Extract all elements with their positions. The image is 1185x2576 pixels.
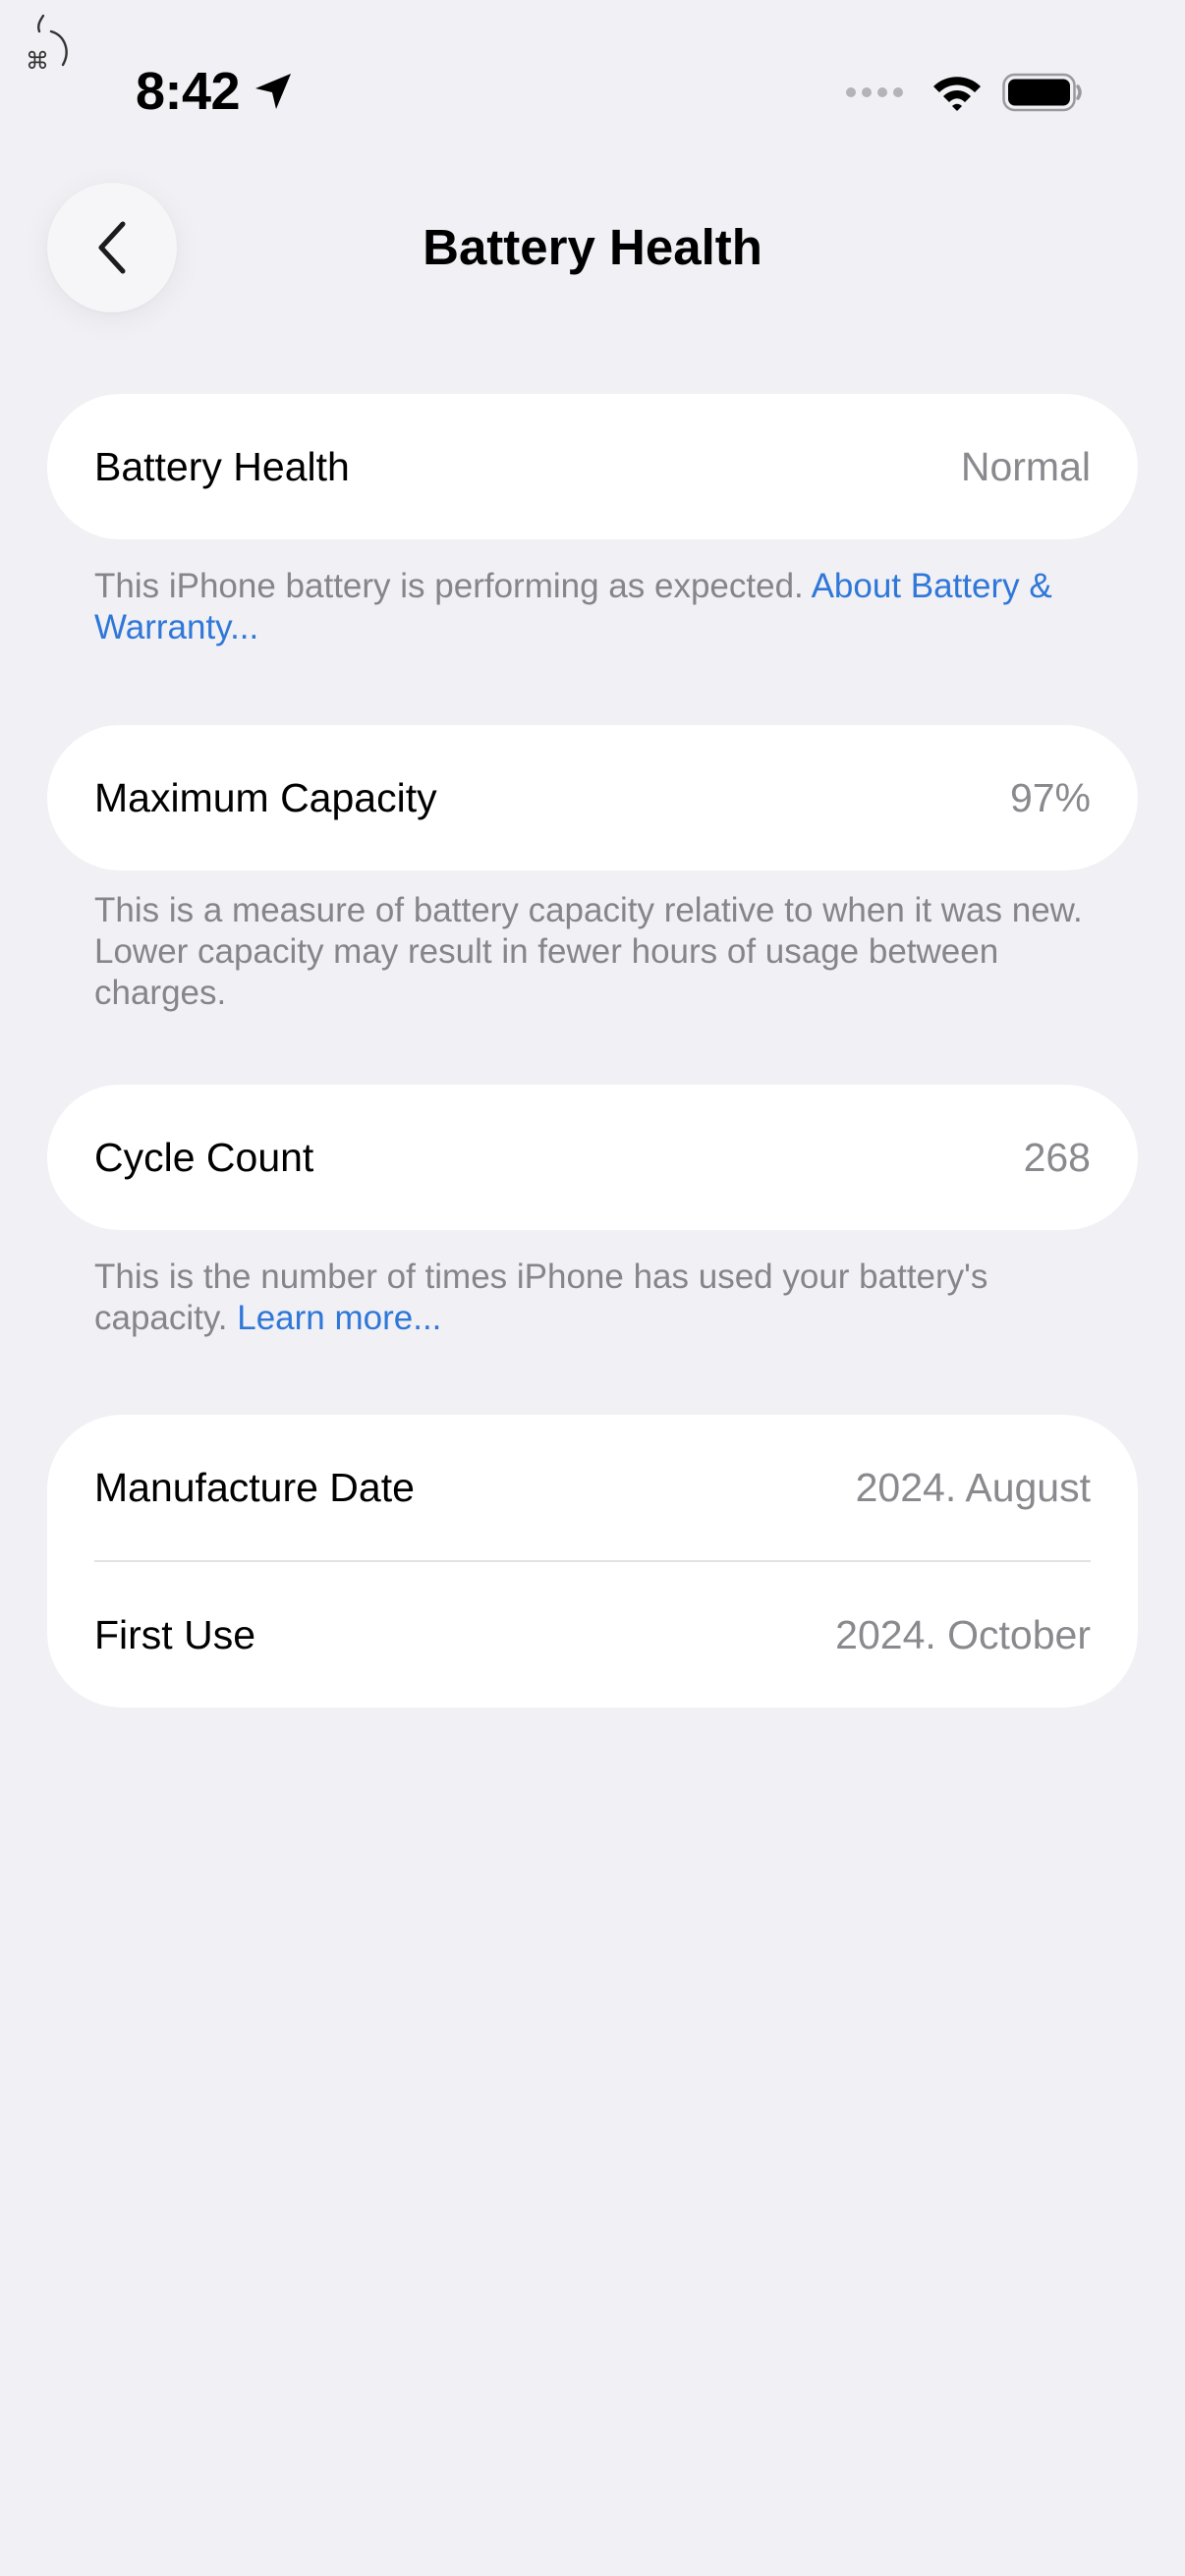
cellular-signal-icon (846, 87, 903, 97)
battery-health-row: Battery Health Normal (47, 394, 1138, 539)
first-use-value: 2024. October (835, 1611, 1091, 1657)
first-use-row: First Use 2024. October (47, 1562, 1138, 1708)
manufacture-date-row: Manufacture Date 2024. August (47, 1415, 1138, 1560)
cycle-count-value: 268 (1023, 1134, 1091, 1180)
location-arrow-icon (255, 74, 292, 109)
cycle-count-card: Cycle Count 268 (47, 1085, 1138, 1230)
battery-health-footnote-text: This iPhone battery is performing as exp… (94, 567, 812, 605)
cycle-count-row: Cycle Count 268 (47, 1085, 1138, 1230)
dates-card: Manufacture Date 2024. August First Use … (47, 1415, 1138, 1708)
navigation-bar: Battery Health (0, 177, 1185, 314)
battery-health-label: Battery Health (94, 443, 350, 489)
battery-health-card: Battery Health Normal (47, 394, 1138, 539)
battery-icon (1002, 73, 1082, 112)
maximum-capacity-label: Maximum Capacity (94, 774, 437, 820)
manufacture-date-value: 2024. August (855, 1464, 1091, 1510)
manufacture-date-label: Manufacture Date (94, 1464, 415, 1510)
first-use-label: First Use (94, 1611, 255, 1657)
status-indicators (845, 73, 1083, 112)
wifi-icon (933, 77, 981, 111)
status-time: 8:42 (136, 62, 241, 121)
svg-text:⌘: ⌘ (26, 47, 49, 75)
maximum-capacity-row: Maximum Capacity 97% (47, 725, 1138, 870)
cycle-count-footnote: This is the number of times iPhone has u… (94, 1257, 1106, 1339)
maximum-capacity-value: 97% (1009, 774, 1091, 820)
status-bar: ⌘ 8:42 (0, 0, 1185, 147)
maximum-capacity-card: Maximum Capacity 97% (47, 725, 1138, 870)
battery-health-value: Normal (960, 443, 1091, 489)
maximum-capacity-footnote: This is a measure of battery capacity re… (94, 891, 1083, 1012)
status-time-group: 8:42 (136, 65, 295, 118)
battery-health-footnote: This iPhone battery is performing as exp… (94, 566, 1106, 648)
page-title: Battery Health (423, 219, 762, 275)
cycle-count-footnote-text: This is the number of times iPhone has u… (94, 1258, 988, 1337)
cycle-count-label: Cycle Count (94, 1134, 314, 1180)
corner-mark-icon: ⌘ (26, 14, 68, 75)
learn-more-link[interactable]: Learn more... (237, 1299, 441, 1337)
